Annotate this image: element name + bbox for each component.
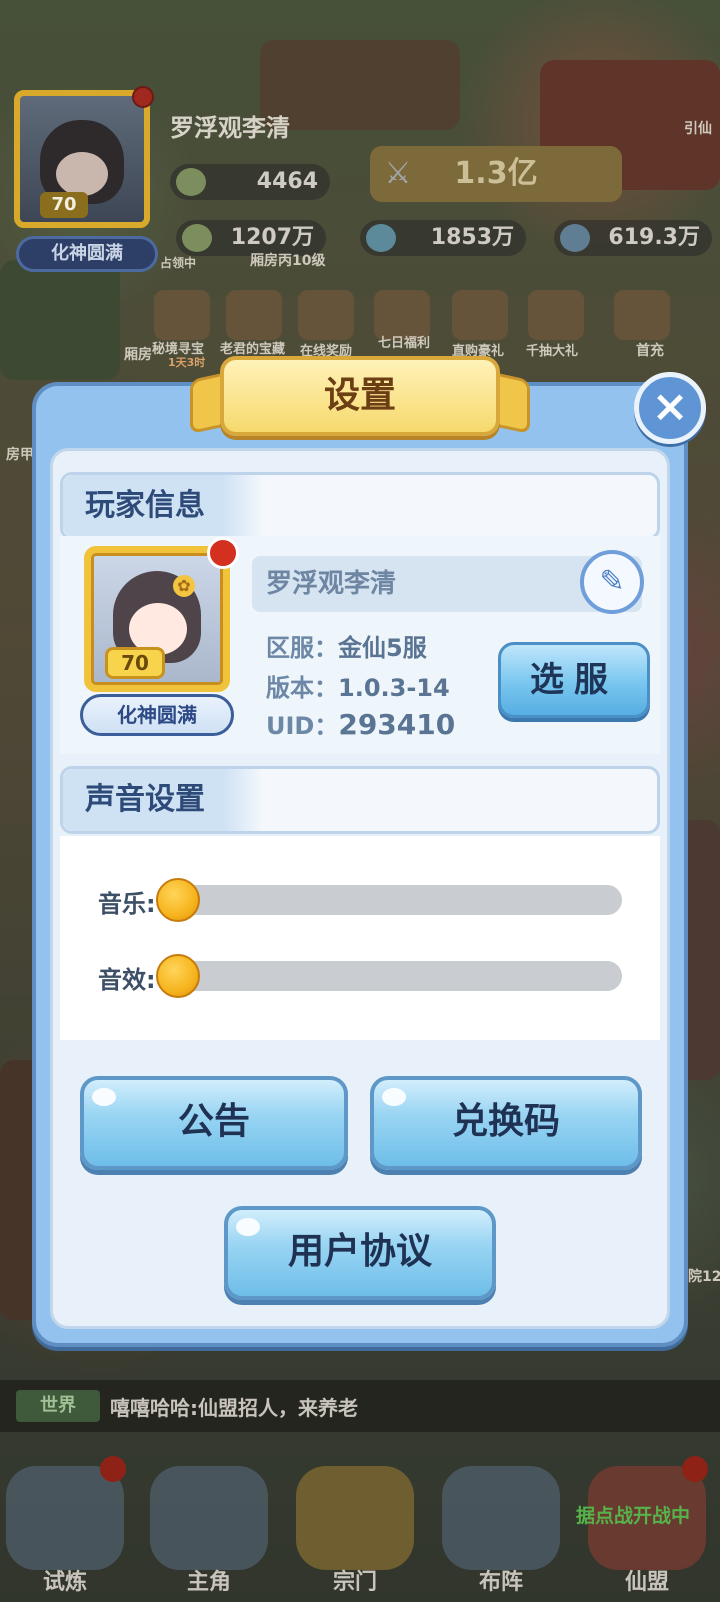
hud-level: 70 [40, 192, 88, 218]
sound-settings-header: 声音设置 [60, 766, 660, 834]
version-label: 版本： [266, 674, 338, 702]
notification-dot [207, 537, 239, 569]
gem-icon [366, 224, 396, 252]
close-icon: × [651, 381, 689, 432]
select-server-button[interactable]: 选服 [498, 642, 650, 718]
sound-settings-title: 声音设置 [63, 769, 263, 831]
sound-settings-panel [60, 836, 660, 1040]
flower-icon: ✿ [173, 575, 195, 597]
chat-channel[interactable]: 世界 [16, 1390, 100, 1422]
user-agreement-button[interactable]: 用户协议 [224, 1206, 496, 1300]
shortcut-3-icon[interactable] [298, 290, 354, 340]
nav-hero[interactable]: 主角 [144, 1456, 274, 1596]
resource-2[interactable]: 1853万 [360, 220, 526, 256]
room-short: 厢房 [124, 347, 152, 363]
nav-label: 宗门 [332, 1570, 377, 1595]
server-label: 区服： [266, 634, 338, 662]
shortcut-1-icon[interactable] [154, 290, 210, 340]
hud-player-name: 罗浮观李清 [170, 114, 290, 142]
shortcut-5-icon[interactable] [452, 290, 508, 340]
hud-rank-badge: 化神圆满 [16, 236, 158, 272]
chat-message: 嘻嘻哈哈:仙盟招人，来养老 [110, 1396, 358, 1420]
brush-icon: ✎ [599, 564, 625, 599]
dialog-title-banner: 设置 [190, 356, 530, 442]
version-value: 1.0.3-14 [338, 674, 450, 702]
chat-bar[interactable]: 世界 嘻嘻哈哈:仙盟招人，来养老 [0, 1380, 720, 1432]
sfx-slider[interactable] [156, 954, 622, 998]
formation-icon [442, 1466, 560, 1570]
combat-power: ⚔ 1.3亿 [370, 146, 622, 202]
nav-label: 主角 [186, 1570, 231, 1595]
shortcut-6-label: 千抽大礼 [526, 344, 579, 359]
sfx-slider-knob[interactable] [156, 954, 200, 998]
redeem-code-button[interactable]: 兑换码 [370, 1076, 642, 1170]
player-avatar[interactable]: ✿ 70 [84, 537, 239, 692]
server-value: 金仙5服 [338, 634, 427, 662]
side-right-label: 院12 [688, 1269, 720, 1285]
dialog-title: 设置 [220, 356, 500, 436]
music-slider-knob[interactable] [156, 878, 200, 922]
crossed-swords-icon: ⚔ [384, 156, 412, 191]
resource-3[interactable]: 619.3万 [554, 220, 712, 256]
sfx-label: 音效: [98, 966, 156, 994]
version-info: 版本：1.0.3-14 [266, 668, 450, 703]
notification-dot [132, 86, 154, 108]
hud-guide-label[interactable]: 引仙 [684, 118, 712, 138]
shortcut-2-icon[interactable] [226, 290, 282, 340]
nav-label: 试炼 [42, 1570, 87, 1595]
uid-label: UID： [266, 712, 339, 740]
nav-label: 布阵 [478, 1570, 523, 1595]
nav-sect[interactable]: 宗门 [290, 1456, 420, 1596]
hero-icon [150, 1466, 268, 1570]
shortcut-7-label: 首充 [636, 343, 664, 359]
lingshi-counter[interactable]: 4464 [170, 164, 330, 200]
sect-icon [296, 1466, 414, 1570]
side-left-label: 房甲 [6, 447, 34, 463]
room-level: 厢房丙10级 [250, 253, 326, 269]
nav-badge [682, 1456, 708, 1482]
shortcut-6-icon[interactable] [528, 290, 584, 340]
peach-icon [176, 168, 206, 196]
close-button[interactable]: × [634, 372, 706, 444]
music-slider[interactable] [156, 878, 622, 922]
player-info-title: 玩家信息 [63, 475, 263, 537]
shortcut-7-icon[interactable] [614, 290, 670, 340]
top-hud: 70 化神圆满 罗浮观李清 引仙 4464 ⚔ 1.3亿 1207万 1853万… [0, 0, 720, 1285]
shortcut-4-label: 七日福利 [378, 336, 431, 351]
stronghold-battle-banner: 据点战开战中 [576, 1505, 691, 1527]
nav-label: 仙盟 [624, 1570, 669, 1595]
herb-icon [182, 224, 212, 252]
nav-formation[interactable]: 布阵 [436, 1456, 566, 1596]
edit-name-button[interactable]: ✎ [580, 550, 644, 614]
hud-avatar[interactable]: 70 [14, 86, 154, 228]
trial-icon [6, 1466, 124, 1570]
capture-status: 占领中 [160, 256, 197, 270]
uid-info: UID：293410 [266, 706, 455, 741]
player-info-header: 玩家信息 [60, 472, 660, 540]
server-info: 区服：金仙5服 [266, 628, 427, 663]
cloud-icon [560, 224, 590, 252]
music-label: 音乐: [98, 890, 156, 918]
player-level: 70 [105, 647, 165, 679]
player-rank: 化神圆满 [80, 694, 234, 736]
bottom-nav: 试炼 主角 宗门 布阵 仙盟 据点战开战中 [0, 1442, 720, 1602]
notice-button[interactable]: 公告 [80, 1076, 348, 1170]
shortcut-2-label: 老君的宝藏 [220, 342, 286, 357]
uid-value: 293410 [338, 708, 456, 741]
nav-badge [100, 1456, 126, 1482]
nav-trial[interactable]: 试炼 [0, 1456, 130, 1596]
